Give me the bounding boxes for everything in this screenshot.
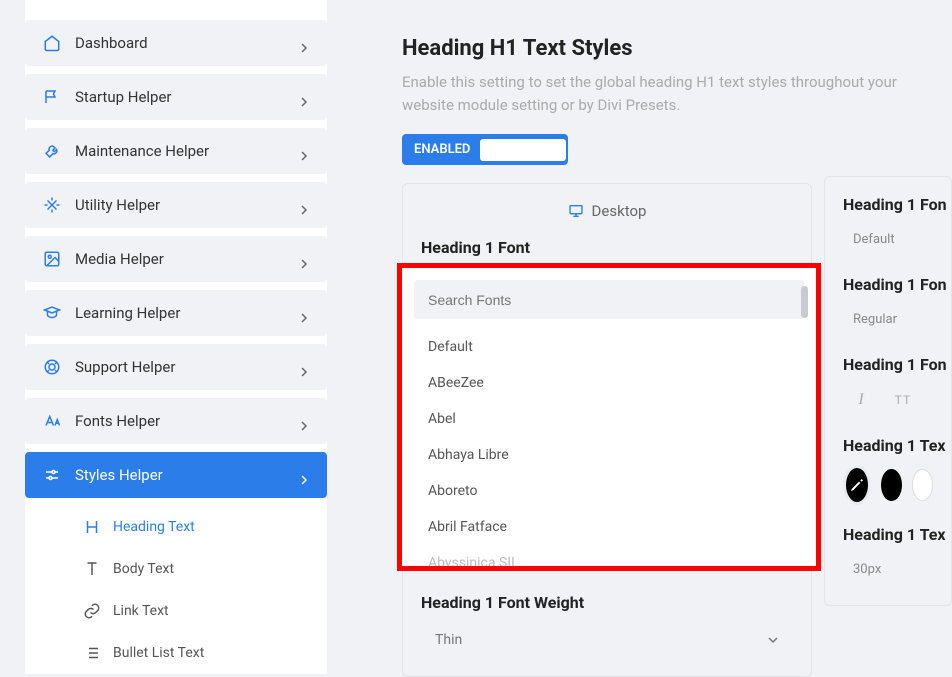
- desktop-panel: Desktop Heading 1 Font Default ABeeZee A…: [402, 183, 812, 677]
- right-field-weight: Heading 1 Fon Regular: [843, 275, 933, 335]
- device-label: Desktop: [592, 202, 647, 220]
- scrollbar-thumb[interactable]: [801, 286, 808, 318]
- font-option[interactable]: Abyssinica SIL: [414, 545, 804, 569]
- nav-utility[interactable]: Utility Helper: [25, 182, 327, 228]
- rfield-value[interactable]: Default: [843, 224, 905, 255]
- font-option[interactable]: Aboreto: [414, 473, 804, 509]
- font-option[interactable]: Abel: [414, 401, 804, 437]
- enabled-label: ENABLED: [404, 136, 480, 163]
- link-icon: [83, 602, 101, 620]
- nav-label: Fonts Helper: [75, 412, 299, 430]
- font-option[interactable]: Default: [414, 329, 804, 365]
- rfield-label: Heading 1 Fon: [843, 195, 933, 214]
- weight-select[interactable]: Thin: [421, 622, 793, 658]
- chevron-right-icon: [299, 416, 309, 426]
- sub-label: Body Text: [113, 561, 174, 577]
- font-list: Default ABeeZee Abel Abhaya Libre Aboret…: [414, 329, 804, 569]
- sub-heading-text[interactable]: Heading Text: [65, 506, 327, 548]
- font-option[interactable]: Abril Fatface: [414, 509, 804, 545]
- rfield-value[interactable]: 30px: [843, 554, 891, 585]
- desktop-icon: [568, 203, 584, 219]
- nav-fonts[interactable]: Fonts Helper: [25, 398, 327, 444]
- sub-label: Bullet List Text: [113, 645, 204, 661]
- chevron-right-icon: [299, 146, 309, 156]
- right-field-style: Heading 1 Fon I TT: [843, 355, 933, 416]
- home-icon: [43, 34, 61, 52]
- right-panel: Heading 1 Fon Default Heading 1 Fon Regu…: [824, 176, 952, 606]
- weight-section: Heading 1 Font Weight Thin: [421, 593, 793, 658]
- color-swatch-white[interactable]: [912, 469, 933, 501]
- chevron-right-icon: [299, 308, 309, 318]
- font-dropdown-open: Default ABeeZee Abel Abhaya Libre Aboret…: [397, 263, 821, 571]
- chevron-right-icon: [299, 362, 309, 372]
- nav-startup[interactable]: Startup Helper: [25, 74, 327, 120]
- nav-label: Styles Helper: [75, 466, 299, 484]
- nav-label: Support Helper: [75, 358, 299, 376]
- chevron-right-icon: [299, 92, 309, 102]
- device-tab[interactable]: Desktop: [421, 202, 793, 220]
- nav-label: Maintenance Helper: [75, 142, 299, 160]
- nav-maintenance[interactable]: Maintenance Helper: [25, 128, 327, 174]
- nav-support[interactable]: Support Helper: [25, 344, 327, 390]
- right-column: Heading 1 Fon Default Heading 1 Fon Regu…: [824, 176, 952, 606]
- font-option[interactable]: ABeeZee: [414, 365, 804, 401]
- rfield-value[interactable]: Regular: [843, 304, 907, 335]
- nav-label: Dashboard: [75, 34, 299, 52]
- font-search-wrap: [414, 280, 804, 319]
- nav-styles[interactable]: Styles Helper: [25, 452, 327, 498]
- chevron-right-icon: [299, 254, 309, 264]
- enabled-toggle[interactable]: ENABLED: [402, 134, 568, 165]
- font-option[interactable]: Abhaya Libre: [414, 437, 804, 473]
- right-field-size: Heading 1 Tex 30px: [843, 525, 933, 585]
- pen-icon: [849, 477, 865, 493]
- font-search-input[interactable]: [428, 292, 790, 308]
- tools-icon: [43, 196, 61, 214]
- nav-media[interactable]: Media Helper: [25, 236, 327, 282]
- weight-field-label: Heading 1 Font Weight: [421, 593, 793, 612]
- italic-button[interactable]: I: [843, 384, 879, 416]
- nav-learning[interactable]: Learning Helper: [25, 290, 327, 336]
- weight-value: Thin: [435, 632, 462, 648]
- font-field-label: Heading 1 Font: [421, 238, 793, 257]
- rfield-label: Heading 1 Fon: [843, 355, 933, 374]
- nav-label: Startup Helper: [75, 88, 299, 106]
- sidebar: Dashboard Startup Helper Maintenance Hel…: [25, 0, 327, 674]
- font-icon: [43, 412, 61, 430]
- color-swatch-black[interactable]: [881, 469, 902, 501]
- flag-icon: [43, 88, 61, 106]
- nav-label: Media Helper: [75, 250, 299, 268]
- sub-body-text[interactable]: Body Text: [65, 548, 327, 590]
- list-icon: [83, 644, 101, 662]
- text-icon: [83, 560, 101, 578]
- toggle-switch: [480, 139, 566, 161]
- uppercase-button[interactable]: TT: [885, 384, 921, 416]
- chevron-right-icon: [299, 470, 309, 480]
- sub-nav: Heading Text Body Text Link Text Bullet …: [25, 506, 327, 674]
- sub-label: Heading Text: [113, 519, 195, 535]
- heading-icon: [83, 518, 101, 536]
- sub-bullet-text[interactable]: Bullet List Text: [65, 632, 327, 674]
- graduation-icon: [43, 304, 61, 322]
- right-field-color: Heading 1 Tex: [843, 436, 933, 505]
- right-field-font: Heading 1 Fon Default: [843, 195, 933, 255]
- page-title: Heading H1 Text Styles: [402, 36, 952, 61]
- nav-label: Utility Helper: [75, 196, 299, 214]
- rfield-label: Heading 1 Tex: [843, 525, 933, 544]
- sub-link-text[interactable]: Link Text: [65, 590, 327, 632]
- wrench-icon: [43, 142, 61, 160]
- color-picker-button[interactable]: [843, 465, 871, 505]
- sliders-icon: [43, 466, 61, 484]
- sub-label: Link Text: [113, 603, 169, 619]
- image-icon: [43, 250, 61, 268]
- nav-label: Learning Helper: [75, 304, 299, 322]
- rfield-label: Heading 1 Fon: [843, 275, 933, 294]
- chevron-right-icon: [299, 200, 309, 210]
- page-description: Enable this setting to set the global he…: [402, 71, 952, 116]
- rfield-label: Heading 1 Tex: [843, 436, 933, 455]
- lifebuoy-icon: [43, 358, 61, 376]
- nav-dashboard[interactable]: Dashboard: [25, 20, 327, 66]
- chevron-right-icon: [299, 38, 309, 48]
